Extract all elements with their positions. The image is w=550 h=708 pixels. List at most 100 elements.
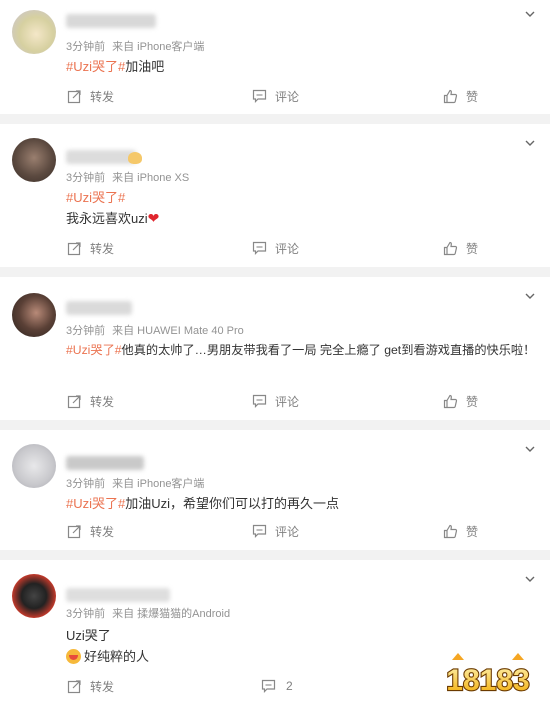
- forward-icon: [67, 679, 81, 693]
- forward-icon: [67, 241, 81, 255]
- avatar[interactable]: [12, 10, 56, 54]
- post-source: 来自 HUAWEI Mate 40 Pro: [112, 325, 244, 337]
- post-meta: 3分钟前 来自 iPhone XS: [66, 169, 189, 185]
- forward-button[interactable]: 转发: [67, 521, 114, 541]
- like-button[interactable]: 赞: [443, 521, 478, 541]
- username[interactable]: [66, 456, 144, 470]
- post-body: Uzi哭了: [66, 628, 111, 643]
- post-card: 3分钟前 来自 HUAWEI Mate 40 Pro #Uzi哭了#他真的太帅了……: [0, 277, 550, 420]
- like-label: 赞: [466, 241, 479, 256]
- forward-label: 转发: [90, 394, 115, 409]
- post-source: 来自 iPhone客户端: [112, 478, 205, 490]
- hashtag-link[interactable]: #Uzi哭了#: [66, 59, 125, 74]
- post-meta: 3分钟前 来自 揉爆猫猫的Android: [66, 605, 230, 621]
- post-source: 来自 iPhone客户端: [112, 41, 205, 53]
- hashtag-link[interactable]: #Uzi哭了#: [66, 190, 125, 205]
- like-button[interactable]: 赞: [443, 391, 478, 411]
- comment-button[interactable]: 评论: [252, 86, 299, 106]
- chevron-down-icon[interactable]: [524, 443, 536, 455]
- post-time: 3分钟前: [66, 172, 106, 184]
- username[interactable]: [66, 150, 136, 164]
- comment-icon: [252, 394, 267, 408]
- username[interactable]: [66, 301, 132, 315]
- comment-icon: [252, 241, 267, 255]
- post-card: 3分钟前 来自 iPhone客户端 #Uzi哭了#加油Uzi，希望你们可以打的再久…: [0, 430, 550, 550]
- like-button[interactable]: 赞: [443, 86, 478, 106]
- forward-icon: [67, 524, 81, 538]
- comment-label: 评论: [275, 394, 300, 409]
- watermark-logo: 18183: [445, 653, 531, 698]
- comment-label: 评论: [275, 89, 300, 104]
- comment-icon: [252, 524, 267, 538]
- action-bar: 转发 评论 赞: [0, 391, 550, 411]
- chevron-down-icon[interactable]: [524, 290, 536, 302]
- comment-button[interactable]: 2: [261, 676, 293, 696]
- post-text: Uzi哭了: [66, 625, 111, 644]
- comment-icon: [261, 679, 276, 693]
- comment-button[interactable]: 评论: [252, 521, 299, 541]
- post-text: #Uzi哭了#他真的太帅了…男朋友带我看了一局 完全上瘾了 get到看游戏直播的…: [66, 340, 535, 358]
- like-label: 赞: [466, 394, 479, 409]
- hashtag-line: #Uzi哭了#: [66, 187, 125, 206]
- forward-icon: [67, 89, 81, 103]
- post-time: 3分钟前: [66, 325, 106, 337]
- forward-button[interactable]: 转发: [67, 391, 114, 411]
- forward-label: 转发: [90, 524, 115, 539]
- thumbs-up-icon: [443, 241, 458, 255]
- chevron-down-icon[interactable]: [524, 573, 536, 585]
- forward-label: 转发: [90, 89, 115, 104]
- username[interactable]: [66, 588, 170, 602]
- action-bar: 转发 评论 赞: [0, 86, 550, 106]
- forward-label: 转发: [90, 679, 115, 694]
- forward-button[interactable]: 转发: [67, 238, 114, 258]
- comment-count: 2: [286, 679, 293, 693]
- smile-emoji-icon: [66, 649, 81, 664]
- forward-button[interactable]: 转发: [67, 676, 114, 696]
- post-body: 他真的太帅了…男朋友带我看了一局 完全上瘾了 get到看游戏直播的快乐啦！: [121, 343, 536, 357]
- post-meta: 3分钟前 来自 iPhone客户端: [66, 38, 204, 54]
- post-time: 3分钟前: [66, 608, 106, 620]
- post-body: 我永远喜欢uzi: [66, 211, 148, 226]
- hashtag-link[interactable]: #Uzi哭了#: [66, 496, 125, 511]
- comment-label: 评论: [275, 241, 300, 256]
- hashtag-link[interactable]: #Uzi哭了#: [66, 343, 122, 357]
- post-time: 3分钟前: [66, 41, 106, 53]
- username[interactable]: [66, 14, 156, 28]
- post-body-2: 好纯粹的人: [84, 649, 150, 664]
- avatar[interactable]: [12, 574, 56, 618]
- action-bar: 转发 评论 赞: [0, 521, 550, 541]
- comment-icon: [252, 89, 267, 103]
- thumbs-up-icon: [443, 394, 458, 408]
- forward-label: 转发: [90, 241, 115, 256]
- post-meta: 3分钟前 来自 iPhone客户端: [66, 475, 204, 491]
- thumbs-up-icon: [443, 89, 458, 103]
- forward-icon: [67, 394, 81, 408]
- watermark-text: 18183: [446, 664, 529, 697]
- action-bar: 转发 评论 赞: [0, 238, 550, 258]
- comment-button[interactable]: 评论: [252, 391, 299, 411]
- comment-label: 评论: [275, 524, 300, 539]
- post-text-2: 好纯粹的人: [66, 646, 149, 665]
- post-source: 来自 iPhone XS: [112, 172, 190, 184]
- like-label: 赞: [466, 524, 479, 539]
- post-source: 来自 揉爆猫猫的Android: [112, 608, 231, 620]
- comment-button[interactable]: 评论: [252, 238, 299, 258]
- post-card: 3分钟前 来自 iPhone XS #Uzi哭了# 我永远喜欢uzi❤ 转发 评论…: [0, 124, 550, 267]
- post-meta: 3分钟前 来自 HUAWEI Mate 40 Pro: [66, 322, 244, 338]
- post-body: 加油Uzi，希望你们可以打的再久一点: [125, 496, 340, 511]
- post-text: 我永远喜欢uzi❤: [66, 208, 159, 227]
- forward-button[interactable]: 转发: [67, 86, 114, 106]
- post-body: 加油吧: [125, 59, 165, 74]
- avatar[interactable]: [12, 293, 56, 337]
- post-text: #Uzi哭了#加油Uzi，希望你们可以打的再久一点: [66, 493, 339, 512]
- avatar[interactable]: [12, 444, 56, 488]
- chevron-down-icon[interactable]: [524, 8, 536, 20]
- avatar[interactable]: [12, 138, 56, 182]
- like-label: 赞: [466, 89, 479, 104]
- chevron-down-icon[interactable]: [524, 137, 536, 149]
- post-text: #Uzi哭了#加油吧: [66, 56, 164, 75]
- heart-emoji: ❤: [147, 210, 160, 226]
- post-card: 3分钟前 来自 iPhone客户端 #Uzi哭了#加油吧 转发 评论 赞: [0, 0, 550, 114]
- like-button[interactable]: 赞: [443, 238, 478, 258]
- thumbs-up-icon: [443, 524, 458, 538]
